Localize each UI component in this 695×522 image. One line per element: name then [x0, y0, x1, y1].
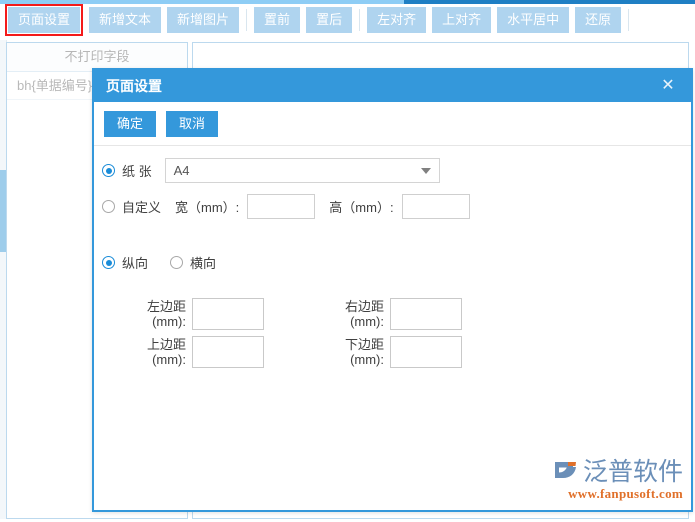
brand-name: 泛普软件 — [583, 452, 683, 488]
fanpu-logo-icon — [553, 458, 579, 482]
radio-paper-preset-label[interactable]: 纸 张 — [122, 161, 152, 180]
margin-left-field: 左边距 (mm): — [124, 298, 264, 330]
chevron-down-icon — [421, 168, 431, 174]
margins-group: 左边距 (mm): 右边距 (mm): — [124, 298, 584, 374]
margin-bottom-input[interactable] — [390, 336, 462, 368]
margin-right-unit: (mm): — [322, 314, 384, 329]
margin-bottom-name: 下边距 — [322, 337, 384, 352]
radio-custom-size[interactable] — [102, 200, 115, 213]
toolbar-button-send-back[interactable]: 置后 — [306, 7, 352, 33]
custom-width-input[interactable] — [247, 194, 315, 219]
brand-row: 泛普软件 — [553, 452, 683, 488]
margin-top-label: 上边距 (mm): — [124, 336, 186, 367]
toolbar-button-align-left[interactable]: 左对齐 — [367, 7, 426, 33]
page-setup-dialog: 页面设置 ✕ 确定 取消 纸 张 A4 自定义 宽（mm）: — [92, 68, 693, 512]
dialog-body: 纸 张 A4 自定义 宽（mm）: 高（mm）: 纵向 横向 — [94, 146, 691, 510]
margin-top-input[interactable] — [192, 336, 264, 368]
margin-left-label: 左边距 (mm): — [124, 298, 186, 329]
custom-height-input[interactable] — [402, 194, 470, 219]
toolbar-button-center-horizontally[interactable]: 水平居中 — [497, 7, 569, 33]
margin-bottom-field: 下边距 (mm): — [322, 336, 462, 368]
margin-left-input[interactable] — [192, 298, 264, 330]
custom-width-label: 宽（mm）: — [175, 197, 239, 216]
toolbar-button-bring-front[interactable]: 置前 — [254, 7, 300, 33]
margins-row-top: 左边距 (mm): 右边距 (mm): — [124, 298, 584, 330]
toolbar-button-add-image[interactable]: 新增图片 — [167, 7, 239, 33]
margin-right-input[interactable] — [390, 298, 462, 330]
margin-right-field: 右边距 (mm): — [322, 298, 462, 330]
custom-size-row: 自定义 宽（mm）: 高（mm）: — [102, 194, 470, 219]
margin-top-name: 上边距 — [124, 337, 186, 352]
brand-url: www.fanpusoft.com — [553, 486, 683, 502]
toolbar-separator — [359, 9, 360, 31]
application-root: 页面设置 新增文本 新增图片 置前 置后 左对齐 上对齐 水平居中 还原 不打印… — [0, 0, 695, 522]
margin-left-name: 左边距 — [124, 299, 186, 314]
margins-row-bottom: 上边距 (mm): 下边距 (mm): — [124, 336, 584, 368]
dialog-title: 页面设置 — [106, 78, 162, 94]
paper-size-select[interactable]: A4 — [165, 158, 440, 183]
margin-bottom-label: 下边距 (mm): — [322, 336, 384, 367]
designer-toolbar: 页面设置 新增文本 新增图片 置前 置后 左对齐 上对齐 水平居中 还原 — [0, 4, 695, 36]
paper-size-value: A4 — [174, 163, 190, 178]
toolbar-button-add-text[interactable]: 新增文本 — [89, 7, 161, 33]
toolbar-button-align-top[interactable]: 上对齐 — [432, 7, 491, 33]
confirm-button[interactable]: 确定 — [104, 111, 156, 137]
radio-orientation-landscape[interactable] — [170, 256, 183, 269]
toolbar-separator — [246, 9, 247, 31]
toolbar-button-page-setup[interactable]: 页面设置 — [8, 7, 80, 33]
dialog-action-bar: 确定 取消 — [94, 102, 691, 146]
margin-top-field: 上边距 (mm): — [124, 336, 264, 368]
margin-bottom-unit: (mm): — [322, 352, 384, 367]
paper-size-row: 纸 张 A4 — [102, 158, 440, 183]
custom-height-label: 高（mm）: — [329, 197, 393, 216]
radio-custom-size-label[interactable]: 自定义 — [122, 197, 161, 216]
brand-watermark: 泛普软件 www.fanpusoft.com — [553, 452, 683, 502]
cancel-button[interactable]: 取消 — [166, 111, 218, 137]
margin-left-unit: (mm): — [124, 314, 186, 329]
margin-right-label: 右边距 (mm): — [322, 298, 384, 329]
toolbar-separator — [628, 9, 629, 31]
radio-orientation-portrait[interactable] — [102, 256, 115, 269]
margin-right-name: 右边距 — [322, 299, 384, 314]
radio-orientation-portrait-label[interactable]: 纵向 — [122, 253, 148, 272]
orientation-row: 纵向 横向 — [102, 253, 216, 272]
margin-top-unit: (mm): — [124, 352, 186, 367]
close-icon[interactable]: ✕ — [655, 70, 681, 102]
dialog-titlebar[interactable]: 页面设置 ✕ — [94, 70, 691, 102]
radio-orientation-landscape-label[interactable]: 横向 — [190, 253, 216, 272]
radio-paper-preset[interactable] — [102, 164, 115, 177]
toolbar-button-restore[interactable]: 还原 — [575, 7, 621, 33]
